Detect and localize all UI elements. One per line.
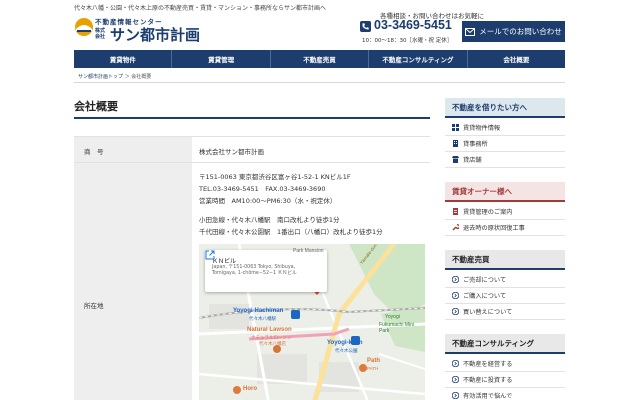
sidebar-item-rental-listings[interactable]: 賃貸物件情報 <box>445 120 565 136</box>
logo-sun-icon <box>75 18 93 36</box>
map-card-address: Japan, 〒151-0063 Tokyo, Shibuya, Tomigay… <box>212 265 297 276</box>
address-tel-fax: TEL.03-3469-5451 FAX.03-3469-3690 <box>199 185 326 193</box>
breadcrumb-divider <box>74 82 565 83</box>
nav-rental-management[interactable]: 賃貸管理 <box>172 50 271 68</box>
sidebar-item-selling[interactable]: ご売却について <box>445 272 565 288</box>
map-label-fukumachi: Fukumachi Mini Park <box>379 322 415 334</box>
document-icon <box>452 208 459 215</box>
sidebar-item-rental-management[interactable]: 賃貸管理のご案内 <box>445 204 565 220</box>
table-row-trade-name: 商 号 株式会社サン都市計画 <box>74 136 430 162</box>
table-row-address: 所在地 〒151-0063 東京都渋谷区富ヶ谷1-52-1 KNビル1F TEL… <box>74 162 430 400</box>
title-underline <box>74 117 430 119</box>
breadcrumb-current: 会社概要 <box>131 74 152 80</box>
wrench-icon <box>452 224 459 231</box>
sidebar-item-effective-use[interactable]: 有効活用で悩んで <box>445 388 565 400</box>
circle-arrow-icon <box>452 292 459 299</box>
sidebar-item-replacement[interactable]: 買い替えについて <box>445 304 565 320</box>
company-info-table: 商 号 株式会社サン都市計画 所在地 〒151-0063 東京都渋谷区富ヶ谷1-… <box>74 136 430 400</box>
sidebar-heading-sales[interactable]: 不動産売買 <box>445 250 565 270</box>
map-label-fukumachi-yoyogi: Yoyogi <box>385 314 400 320</box>
map-label-path: Path <box>367 358 381 364</box>
map-label-yoyogi-hachiman: Yoyogi-Hachiman <box>233 308 284 314</box>
logo-name: サン都市計画 <box>110 26 201 44</box>
access-odakyu: 小田急線・代々木八幡駅 南口改札より徒歩1分 <box>199 216 340 224</box>
address-postal: 〒151-0063 東京都渋谷区富ヶ谷1-52-1 KNビル1F <box>199 173 351 181</box>
map-card-title: ＫＮビル <box>212 258 237 265</box>
circle-arrow-icon <box>452 360 459 367</box>
site-tagline: 代々木八幡・公園・代々木上原の不動産売買・賃貸・マンション・事務所ならサン都市計… <box>74 5 327 12</box>
map-label-natural-lawson: Natural Lawson <box>247 327 292 333</box>
address-value: 〒151-0063 東京都渋谷区富ヶ谷1-52-1 KNビル1F TEL.03-… <box>192 163 430 400</box>
logo-corp-type: 株式会社 <box>95 28 106 40</box>
business-hours: 10：00～18：30［水曜・祝 定休］ <box>362 38 453 44</box>
sidebar-item-invest[interactable]: 不動産に投資する <box>445 372 565 388</box>
sidebar-heading-tenants[interactable]: 不動産を借りたい方へ <box>445 98 565 118</box>
mail-inquiry-button[interactable]: メールでのお問い合わせ <box>462 21 565 42</box>
mail-inquiry-label: メールでのお問い合わせ <box>479 27 562 36</box>
map-label-yoyogi-koen-jp: 代々木公園 <box>335 348 358 353</box>
trade-name-label: 商 号 <box>74 137 192 162</box>
nav-rental-properties[interactable]: 賃貸物件 <box>74 50 173 68</box>
address-hours: 営業時間 AM10:00～PM6:30（水・祝定休） <box>199 197 337 205</box>
global-nav: 賃貸物件 賃貸管理 不動産売買 不動産コンサルティング 会社概要 <box>74 50 565 68</box>
google-map[interactable]: ＫＮビル Japan, 〒151-0063 Tokyo, Shibuya, To… <box>199 244 425 400</box>
map-info-card: ＫＮビル Japan, 〒151-0063 Tokyo, Shibuya, To… <box>205 250 327 292</box>
sidebar-item-manage-property[interactable]: 不動産を経営する <box>445 356 565 372</box>
page-title: 会社概要 <box>74 100 118 113</box>
circle-arrow-icon <box>452 392 459 399</box>
sidebar-item-office-rental[interactable]: 貸事務所 <box>445 136 565 152</box>
circle-arrow-icon <box>452 276 459 283</box>
sidebar-heading-consulting[interactable]: 不動産コンサルティング <box>445 334 565 354</box>
circle-arrow-icon <box>452 308 459 315</box>
map-label-yoyogi-koen: Yoyogi-koen <box>327 340 363 346</box>
breadcrumb-home-link[interactable]: サン都市計画トップ <box>78 74 123 80</box>
trade-name-value: 株式会社サン都市計画 <box>199 148 264 156</box>
open-map-external-icon[interactable] <box>205 250 215 260</box>
grid-icon <box>452 124 459 131</box>
nav-company-profile[interactable]: 会社概要 <box>468 50 565 68</box>
address-label: 所在地 <box>74 163 192 400</box>
map-label-park-mansion: Park Mansion <box>293 248 324 254</box>
map-label-lawson-jp2: 代々木八幡店 <box>259 341 286 346</box>
mail-icon <box>465 27 476 36</box>
breadcrumb-separator: ＞ <box>124 74 130 80</box>
map-label-path-en: PATH <box>367 366 379 371</box>
sidebar-item-buying[interactable]: ご購入について <box>445 288 565 304</box>
access-chiyoda: 千代田線・代々木公園駅 1番出口（八幡口）改札より徒歩1分 <box>199 228 383 236</box>
phone-number: 03-3469-5451 <box>374 18 452 32</box>
nav-consulting[interactable]: 不動産コンサルティング <box>369 50 468 68</box>
sidebar-item-store-rental[interactable]: 貸店舗 <box>445 152 565 168</box>
store-icon <box>452 156 459 163</box>
map-label-horo: Horo <box>243 386 257 392</box>
site-logo[interactable]: 不動産情報センター 株式会社 サン都市計画 <box>74 13 204 47</box>
sidebar-heading-owners[interactable]: 賃貸オーナー様へ <box>445 182 565 202</box>
breadcrumb: サン都市計画トップ ＞ 会社概要 <box>78 73 151 80</box>
circle-arrow-icon <box>452 376 459 383</box>
building-icon <box>452 140 459 147</box>
nav-real-estate-sales[interactable]: 不動産売買 <box>271 50 370 68</box>
map-label-yoyogi-hachiman-jp: 代々木八幡駅 <box>249 316 276 321</box>
phone-icon <box>360 21 371 32</box>
sidebar-item-restoration-work[interactable]: 退去時の原状回復工事 <box>445 220 565 236</box>
